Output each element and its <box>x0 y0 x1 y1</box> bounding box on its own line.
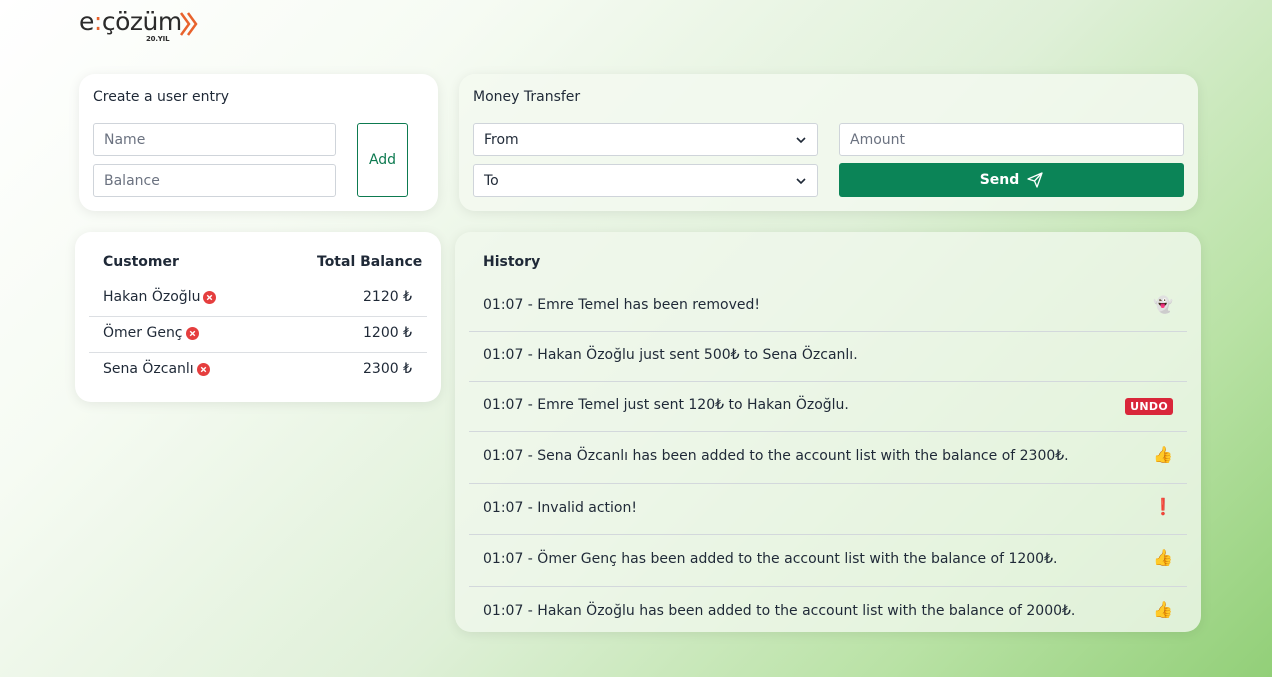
history-entry-text: 01:07 - Hakan Özoğlu just sent 500₺ to S… <box>483 347 858 363</box>
amount-input[interactable]: Amount <box>839 123 1184 156</box>
history-title: History <box>483 254 541 270</box>
customer-name-cell: Sena Özcanlı <box>103 361 210 377</box>
logo-subtitle: 20.YIL <box>146 35 170 43</box>
history-entry: 01:07 - Emre Temel has been removed! 👻 <box>469 282 1187 332</box>
customer-balance: 2300 ₺ <box>363 361 412 377</box>
from-select[interactable]: From <box>473 123 818 156</box>
add-button[interactable]: Add <box>357 123 408 197</box>
customer-name: Ömer Genç <box>103 325 183 341</box>
history-entry-text: 01:07 - Ömer Genç has been added to the … <box>483 551 1058 567</box>
customer-name: Sena Özcanlı <box>103 361 194 377</box>
history-entry: 01:07 - Hakan Özoğlu just sent 500₺ to S… <box>469 332 1187 382</box>
chevron-down-icon <box>796 177 806 184</box>
exclamation-icon: ❗ <box>1153 497 1173 516</box>
history-entry-text: 01:07 - Emre Temel just sent 120₺ to Hak… <box>483 397 849 413</box>
history-entry: 01:07 - Sena Özcanlı has been added to t… <box>469 432 1187 484</box>
customer-balance: 1200 ₺ <box>363 325 412 341</box>
customer-name: Hakan Özoğlu <box>103 289 201 305</box>
money-transfer-title: Money Transfer <box>473 89 581 105</box>
balance-input[interactable]: Balance <box>93 164 336 197</box>
create-user-title: Create a user entry <box>93 89 230 105</box>
name-input[interactable]: Name <box>93 123 336 156</box>
customer-balance: 2120 ₺ <box>363 289 412 305</box>
customer-name-cell: Hakan Özoğlu <box>103 289 217 305</box>
history-entry: 01:07 - Invalid action! ❗ <box>469 484 1187 535</box>
history-entry-text: 01:07 - Sena Özcanlı has been added to t… <box>483 448 1069 464</box>
customer-name-cell: Ömer Genç <box>103 325 199 341</box>
thumbs-up-icon: 👍 <box>1153 445 1173 464</box>
remove-icon[interactable] <box>185 326 199 340</box>
remove-icon[interactable] <box>203 290 217 304</box>
history-entry-text: 01:07 - Emre Temel has been removed! <box>483 297 760 313</box>
undo-button[interactable]: UNDO <box>1125 398 1173 415</box>
send-button-label: Send <box>979 172 1020 188</box>
thumbs-up-icon: 👍 <box>1153 600 1173 619</box>
thumbs-up-icon: 👍 <box>1153 548 1173 567</box>
customer-row: Sena Özcanlı 2300 ₺ <box>89 353 427 389</box>
history-entry: 01:07 - Hakan Özoğlu has been added to t… <box>469 587 1187 627</box>
customer-column-header: Customer <box>103 254 179 270</box>
chevron-down-icon <box>796 136 806 143</box>
remove-icon[interactable] <box>196 362 210 376</box>
history-entry-text: 01:07 - Hakan Özoğlu has been added to t… <box>483 603 1076 619</box>
history-entry: 01:07 - Ömer Genç has been added to the … <box>469 535 1187 587</box>
ghost-icon: 👻 <box>1153 295 1173 314</box>
history-entry-text: 01:07 - Invalid action! <box>483 500 637 516</box>
history-entry: 01:07 - Emre Temel just sent 120₺ to Hak… <box>469 382 1187 432</box>
customer-row: Ömer Genç 1200 ₺ <box>89 317 427 353</box>
to-select[interactable]: To <box>473 164 818 197</box>
paper-plane-icon <box>1027 172 1043 188</box>
balance-column-header: Total Balance <box>317 254 423 270</box>
brand-logo: e:çözüm 20.YIL <box>79 8 209 44</box>
send-button[interactable]: Send <box>839 163 1184 197</box>
from-select-label: From <box>484 131 519 148</box>
to-select-label: To <box>484 172 499 189</box>
customer-row: Hakan Özoğlu 2120 ₺ <box>89 281 427 317</box>
logo-arrows-icon <box>179 12 198 36</box>
